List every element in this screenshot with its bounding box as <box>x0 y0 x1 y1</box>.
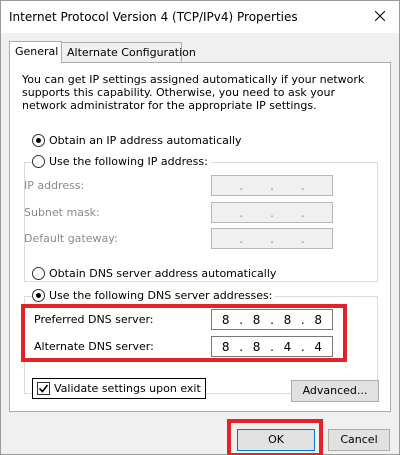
subnet-mask-row: Subnet mask: ... <box>10 202 390 224</box>
subnet-mask-label: Subnet mask: <box>24 206 100 219</box>
dns-auto-radio[interactable] <box>32 267 45 280</box>
dns-auto-label: Obtain DNS server address automatically <box>49 267 277 280</box>
ip-address-input[interactable]: ... <box>211 175 333 196</box>
ip-manual-radio[interactable] <box>32 155 45 168</box>
properties-dialog: Internet Protocol Version 4 (TCP/IPv4) P… <box>0 0 400 455</box>
validate-checkbox[interactable] <box>37 382 50 395</box>
ip-auto-option[interactable]: Obtain an IP address automatically <box>32 134 242 147</box>
dns-auto-option[interactable]: Obtain DNS server address automatically <box>32 267 276 280</box>
window-title: Internet Protocol Version 4 (TCP/IPv4) P… <box>9 10 298 24</box>
default-gateway-label: Default gateway: <box>24 232 118 245</box>
ip-manual-option[interactable]: Use the following IP address: <box>32 155 211 168</box>
ip-auto-radio[interactable] <box>32 134 45 147</box>
dns-manual-radio[interactable] <box>32 289 45 302</box>
dns-fields-highlight <box>21 304 347 362</box>
cancel-button[interactable]: Cancel <box>328 429 390 451</box>
subnet-mask-input[interactable]: ... <box>211 202 333 223</box>
default-gateway-row: Default gateway: ... <box>10 228 390 250</box>
default-gateway-input[interactable]: ... <box>211 228 333 249</box>
dns-manual-label: Use the following DNS server addresses: <box>49 289 273 302</box>
tab-general[interactable]: General <box>9 41 62 63</box>
title-bar: Internet Protocol Version 4 (TCP/IPv4) P… <box>1 1 399 33</box>
validate-option[interactable]: Validate settings upon exit <box>32 378 206 399</box>
tab-alternate-configuration[interactable]: Alternate Configuration <box>61 42 196 62</box>
ip-auto-label: Obtain an IP address automatically <box>49 134 242 147</box>
close-button[interactable] <box>365 5 395 27</box>
checkmark-icon <box>38 384 49 393</box>
dialog-body: General Alternate Configuration You can … <box>1 33 399 455</box>
close-icon <box>375 11 385 21</box>
description-text: You can get IP settings assigned automat… <box>22 73 365 112</box>
ip-manual-label: Use the following IP address: <box>49 155 208 168</box>
ip-address-label: IP address: <box>24 179 85 192</box>
validate-label: Validate settings upon exit <box>54 382 201 395</box>
advanced-button[interactable]: Advanced... <box>291 380 379 402</box>
ok-highlight <box>227 419 323 455</box>
ip-address-row: IP address: ... <box>10 175 390 197</box>
dns-manual-option[interactable]: Use the following DNS server addresses: <box>32 289 276 302</box>
